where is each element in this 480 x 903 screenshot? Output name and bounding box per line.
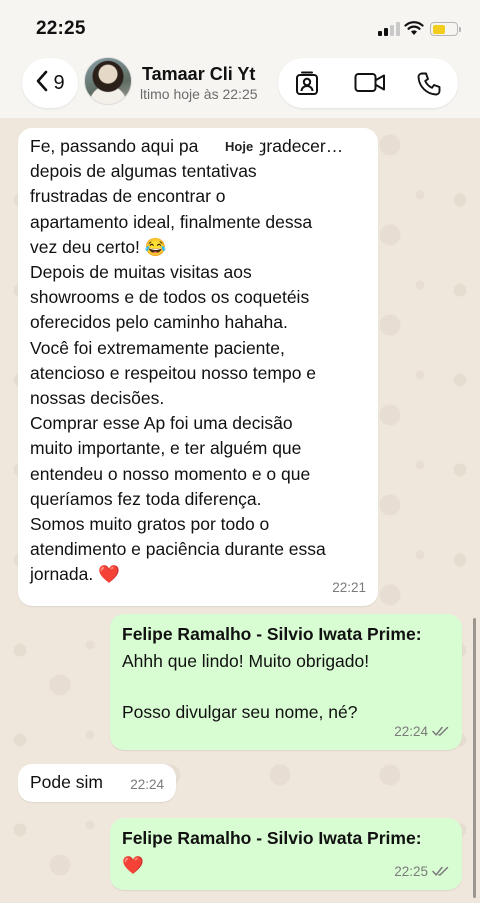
phone-icon[interactable] [416,71,442,97]
contact-avatar[interactable] [84,57,132,105]
chat-header: 9 Tamaar Cli Yt ltimo hoje às 22:25 [0,52,480,118]
incoming-message[interactable]: Fe, passando aqui pa agradecer… depois d… [18,128,378,606]
message-time: 22:25 [394,863,428,879]
incoming-message[interactable]: Pode sim 22:24 [18,764,176,802]
call-actions-group [278,58,458,108]
contact-name[interactable]: Tamaar Cli Yt [142,64,255,85]
sender-name: Felipe Ramalho - Silvio Iwata Prime: [122,624,422,644]
message-time: 22:21 [332,579,366,595]
double-check-icon [432,867,449,877]
date-separator-chip: Hoje [218,134,261,158]
message-meta: 22:24 [130,772,164,797]
sender-name: Felipe Ramalho - Silvio Iwata Prime: [122,828,422,848]
message-list[interactable]: Fe, passando aqui pa agradecer… depois d… [0,118,480,903]
message-time: 22:24 [130,776,164,792]
message-text: Ahhh que lindo! Muito obrigado! Posso di… [122,651,370,722]
battery-level [432,24,446,34]
outgoing-message[interactable]: Felipe Ramalho - Silvio Iwata Prime: ❤️ … [110,818,462,890]
message-meta: 22:25 [394,859,450,884]
status-time: 22:25 [36,18,86,39]
wifi-icon [404,21,424,35]
unread-count: 9 [53,71,65,94]
chevron-left-icon [35,70,49,96]
contact-card-icon[interactable] [294,71,320,97]
message-meta: 22:24 [394,719,450,744]
message-text: Fe, passando aqui pa agradecer… depois d… [30,136,344,585]
cellular-signal-icon [378,22,400,36]
video-camera-icon[interactable] [354,72,386,94]
scrollbar[interactable] [473,618,476,898]
outgoing-message[interactable]: Felipe Ramalho - Silvio Iwata Prime: Ahh… [110,614,462,750]
message-time: 22:24 [394,723,428,739]
battery-icon [430,22,461,36]
double-check-icon [432,727,449,737]
last-seen-status: ltimo hoje às 22:25 [140,86,258,102]
message-meta: 22:21 [332,575,366,600]
back-button[interactable]: 9 [22,58,78,108]
status-bar: 22:25 [0,0,480,52]
message-text: Pode sim [30,772,103,792]
